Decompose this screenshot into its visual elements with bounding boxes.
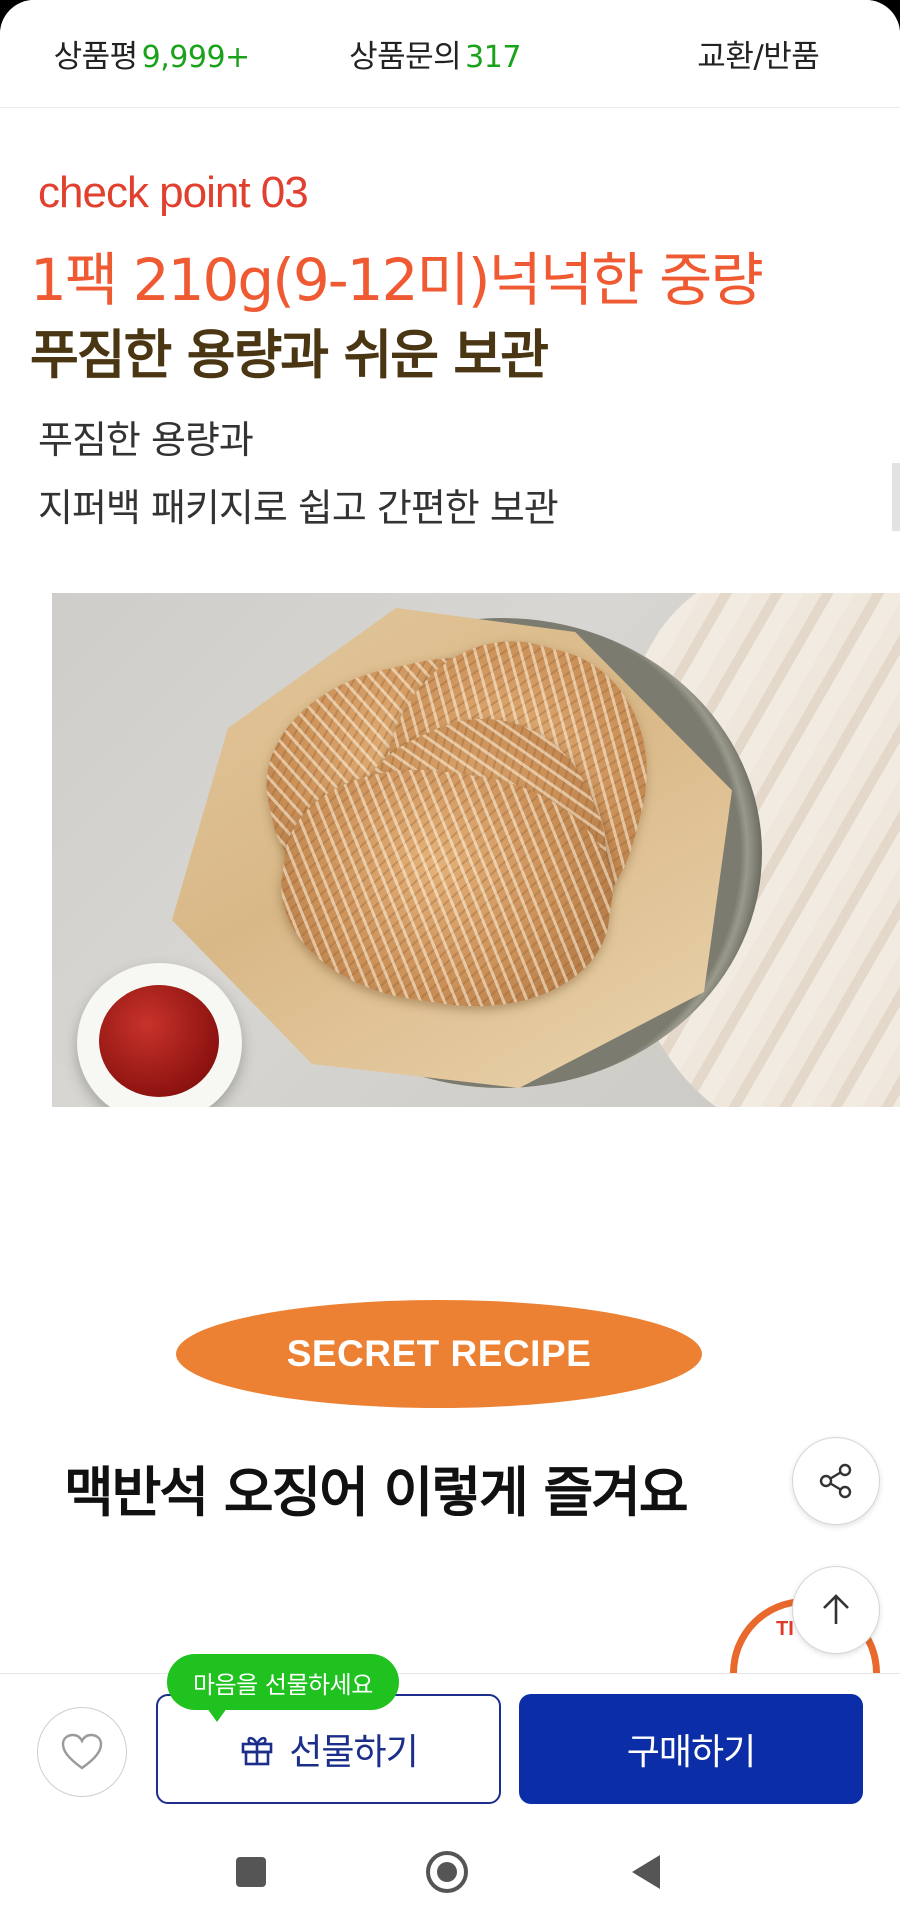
tab-reviews[interactable]: 상품평 9,999+ <box>0 31 293 76</box>
gift-icon <box>241 1736 273 1766</box>
product-photo-dried-squid <box>52 593 900 1107</box>
checkpoint-description: 푸짐한 용량과 지퍼백 패키지로 쉽고 간편한 보관 <box>38 406 559 542</box>
gift-tooltip: 마음을 선물하세요 <box>167 1654 399 1722</box>
tab-bar: 상품평 9,999+ 상품문의 317 교환/반품 <box>0 0 900 108</box>
product-detail-content[interactable]: check point 03 1팩 210g(9-12미)넉넉한 중량 푸짐한 … <box>0 108 900 1673</box>
tab-exchange-return-label: 교환/반품 <box>697 39 820 75</box>
scrollbar-thumb[interactable] <box>892 463 900 531</box>
recents-button[interactable] <box>228 1849 274 1895</box>
circle-icon <box>426 1851 468 1893</box>
scroll-to-top-button[interactable] <box>792 1566 880 1654</box>
tab-reviews-count: 9,999+ <box>141 40 251 75</box>
badge-text-partial: TI <box>776 1618 794 1640</box>
arrow-up-icon <box>823 1594 849 1624</box>
tab-inquiries-label: 상품문의 <box>349 39 462 75</box>
tab-reviews-label: 상품평 <box>53 39 139 75</box>
home-button[interactable] <box>424 1849 470 1895</box>
triangle-back-icon <box>632 1855 660 1889</box>
buy-button-label: 구매하기 <box>626 1732 756 1773</box>
checkpoint-subheadline: 푸짐한 용량과 쉬운 보관 <box>30 325 549 386</box>
checkpoint-kicker: check point 03 <box>38 168 309 217</box>
recipe-title: 맥반석 오징어 이렇게 즐겨요 <box>64 1461 689 1524</box>
tab-inquiries[interactable]: 상품문의 317 <box>293 31 576 76</box>
checkpoint-desc-line1: 푸짐한 용량과 <box>38 418 254 462</box>
tab-exchange-return[interactable]: 교환/반품 <box>577 31 900 76</box>
square-icon <box>236 1857 266 1887</box>
checkpoint-desc-line2: 지퍼백 패키지로 쉽고 간편한 보관 <box>38 486 559 530</box>
checkpoint-headline: 1팩 210g(9-12미)넉넉한 중량 <box>30 246 764 314</box>
gift-button-label: 선물하기 <box>289 1732 418 1773</box>
like-button[interactable] <box>37 1707 127 1797</box>
share-icon <box>819 1463 852 1499</box>
back-button[interactable] <box>623 1849 669 1895</box>
screen: 상품평 9,999+ 상품문의 317 교환/반품 check point 03 1… <box>0 0 900 1931</box>
photo-ketchup-bowl <box>77 963 242 1107</box>
secret-recipe-label: SECRET RECIPE <box>286 1333 592 1374</box>
secret-recipe-pill: SECRET RECIPE <box>176 1300 702 1408</box>
heart-icon <box>61 1733 103 1770</box>
share-button[interactable] <box>792 1437 880 1525</box>
tab-inquiries-count: 317 <box>465 40 521 75</box>
buy-button[interactable]: 구매하기 <box>519 1694 863 1804</box>
bottom-action-bar: 선물하기 구매하기 <box>0 1673 900 1811</box>
photo-ketchup <box>99 985 219 1097</box>
system-nav-bar <box>0 1811 900 1931</box>
